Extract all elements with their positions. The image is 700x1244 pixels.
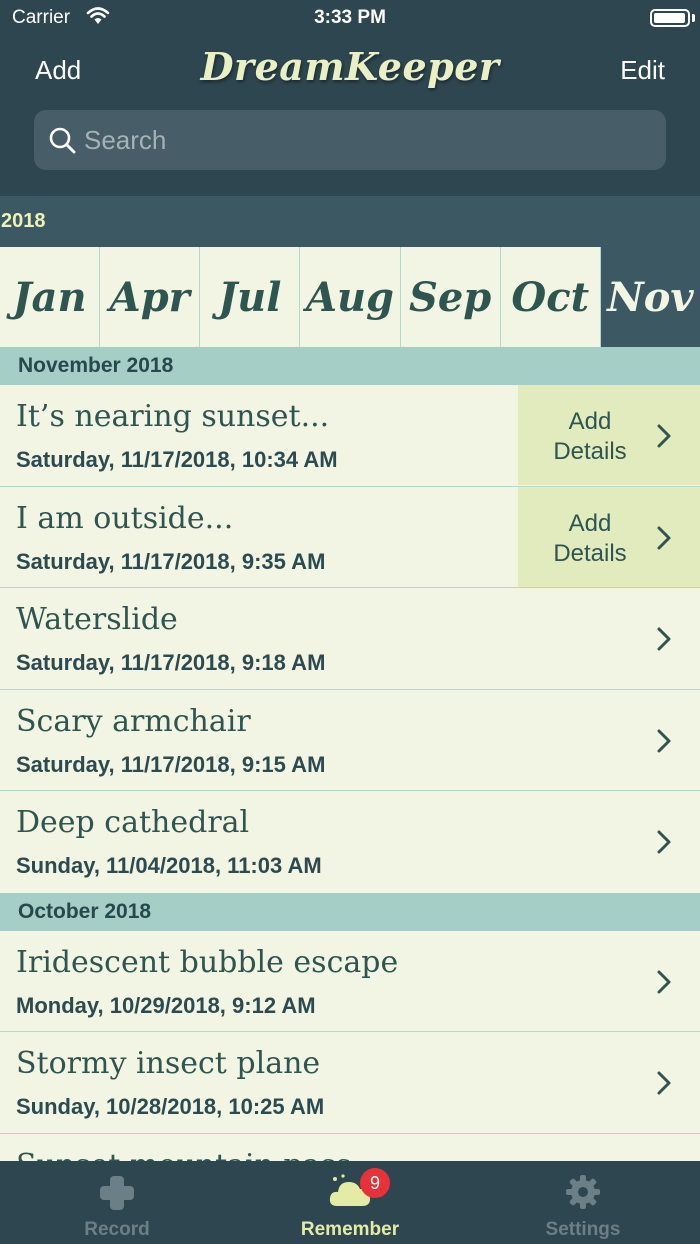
tab-remember-label: Remember xyxy=(300,1219,400,1240)
month-jan[interactable]: Jan xyxy=(0,247,101,347)
month-selector: Jan Apr Jul Aug Sep Oct Nov xyxy=(0,247,700,347)
search-input[interactable] xyxy=(84,122,644,158)
dream-date: Sunday, 11/04/2018, 11:03 AM xyxy=(16,853,322,878)
dream-title: It’s nearing sunset... xyxy=(16,399,330,434)
dream-title: Sunset mountain pass xyxy=(16,1148,351,1162)
add-details-button[interactable]: Add Details xyxy=(518,486,700,587)
section-header: October 2018 xyxy=(0,892,700,931)
dream-date: Saturday, 11/17/2018, 9:18 AM xyxy=(16,650,326,675)
month-aug[interactable]: Aug xyxy=(300,247,401,347)
add-details-button[interactable]: Add Details xyxy=(518,385,700,485)
list-item[interactable]: Deep cathedral Sunday, 11/04/2018, 11:03… xyxy=(0,791,700,893)
dream-date: Saturday, 11/17/2018, 10:34 AM xyxy=(16,447,338,472)
list-item[interactable]: I am outside... Saturday, 11/17/2018, 9:… xyxy=(0,486,700,588)
search-bar[interactable] xyxy=(34,110,666,170)
battery-cap xyxy=(692,14,695,22)
list-item[interactable]: Stormy insect plane Sunday, 10/28/2018, … xyxy=(0,1032,700,1134)
add-details-label: Add Details xyxy=(553,408,627,465)
month-jul[interactable]: Jul xyxy=(200,247,301,347)
gear-icon xyxy=(566,1175,600,1209)
list-item[interactable]: Sunset mountain pass xyxy=(0,1133,700,1162)
tab-settings-label: Settings xyxy=(545,1219,621,1240)
tab-settings[interactable]: Settings xyxy=(466,1161,700,1244)
month-apr[interactable]: Apr xyxy=(100,247,201,347)
list-item[interactable]: Scary armchair Saturday, 11/17/2018, 9:1… xyxy=(0,689,700,791)
list-item[interactable]: Iridescent bubble escape Monday, 10/29/2… xyxy=(0,930,700,1032)
dream-title: Stormy insect plane xyxy=(16,1046,321,1081)
dream-date: Monday, 10/29/2018, 9:12 AM xyxy=(16,992,316,1018)
chevron-right-icon xyxy=(657,729,671,752)
dream-title: Deep cathedral xyxy=(16,805,250,840)
dream-list[interactable]: November 2018 It’s nearing sunset... Sat… xyxy=(0,347,700,1161)
month-sep[interactable]: Sep xyxy=(401,247,501,347)
dream-title: Iridescent bubble escape xyxy=(16,944,399,980)
chevron-right-icon xyxy=(657,970,671,993)
section-header: November 2018 xyxy=(0,347,700,385)
chevron-right-icon xyxy=(657,830,671,854)
plus-icon xyxy=(100,1176,134,1210)
tab-record[interactable]: Record xyxy=(0,1161,234,1244)
list-item[interactable]: Waterslide Saturday, 11/17/2018, 9:18 AM xyxy=(0,588,700,690)
month-nov[interactable]: Nov xyxy=(600,247,700,347)
dream-date: Saturday, 11/17/2018, 9:15 AM xyxy=(16,751,326,777)
month-oct[interactable]: Oct xyxy=(501,247,601,347)
dream-title: Scary armchair xyxy=(16,703,251,739)
top-bar: Carrier 3:33 PM Add DreamKeeper Edit xyxy=(0,0,700,196)
battery-icon xyxy=(650,9,690,27)
chevron-right-icon xyxy=(657,526,671,549)
dream-title: Waterslide xyxy=(16,602,178,637)
tab-record-label: Record xyxy=(84,1219,150,1240)
notification-badge: 9 xyxy=(360,1168,390,1198)
list-item[interactable]: It’s nearing sunset... Saturday, 11/17/2… xyxy=(0,385,700,487)
tab-remember[interactable]: 9 Remember xyxy=(233,1161,467,1244)
add-details-label: Add Details xyxy=(553,509,627,567)
year-label: 2018 xyxy=(1,210,46,232)
dream-date: Sunday, 10/28/2018, 10:25 AM xyxy=(16,1094,325,1119)
status-bar: Carrier 3:33 PM xyxy=(0,0,700,36)
search-icon xyxy=(49,127,76,154)
dream-date: Saturday, 11/17/2018, 9:35 AM xyxy=(16,548,326,574)
tab-bar: Record 9 Remember Settings xyxy=(0,1161,700,1244)
chevron-right-icon xyxy=(657,627,671,651)
dream-title: I am outside... xyxy=(16,500,234,536)
chevron-right-icon xyxy=(657,1071,671,1095)
year-bar: 2018 xyxy=(0,196,700,247)
clock: 3:33 PM xyxy=(314,7,386,28)
app-logo: DreamKeeper xyxy=(200,44,500,89)
edit-button[interactable]: Edit xyxy=(620,55,665,86)
chevron-right-icon xyxy=(657,424,671,448)
